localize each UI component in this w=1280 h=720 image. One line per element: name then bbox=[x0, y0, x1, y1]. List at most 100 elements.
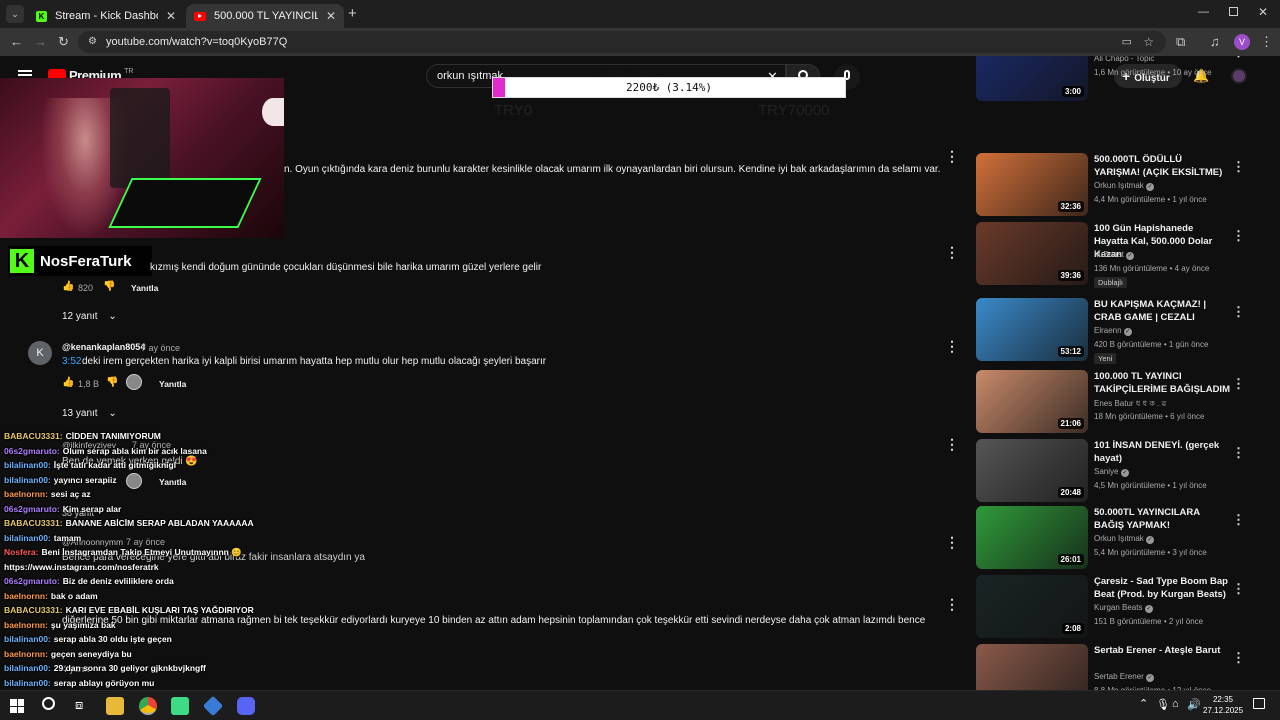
close-tab-icon[interactable]: ✕ bbox=[166, 9, 176, 23]
chat-username[interactable]: bilalinan00: bbox=[4, 663, 51, 673]
chat-username[interactable]: baelnornn: bbox=[4, 591, 48, 601]
avatar[interactable]: K bbox=[28, 341, 52, 365]
related-video-item[interactable]: 20:48 101 İNSAN DENEYİ. (gerçek hayat) San… bbox=[976, 439, 1276, 503]
tab-search-button[interactable]: ⌄ bbox=[6, 5, 24, 23]
related-video-item[interactable]: 21:06 100.000 TL YAYINCI TAKİPÇİLERİME BA… bbox=[976, 370, 1276, 434]
chat-username[interactable]: BABACU3331: bbox=[4, 518, 63, 528]
comment-author[interactable]: @kenankaplan8054 bbox=[62, 342, 145, 352]
chat-username[interactable]: bilalinan00: bbox=[4, 678, 51, 688]
forward-icon[interactable]: → bbox=[34, 34, 47, 49]
chat-username[interactable]: bilalinan00: bbox=[4, 475, 51, 485]
channel-name[interactable]: Saniye ✓ bbox=[1094, 467, 1129, 477]
video-title[interactable]: 50.000TL YAYINCILARA BAĞIŞ YAPMAK! bbox=[1094, 506, 1230, 532]
video-thumbnail[interactable]: 32:36 bbox=[976, 153, 1088, 216]
tab-youtube-video[interactable]: 500.000 TL YAYINCILARA BAĞIŞ ✕ bbox=[186, 4, 344, 28]
windows-start-icon[interactable] bbox=[10, 699, 24, 713]
chat-username[interactable]: BABACU3331: bbox=[4, 605, 63, 615]
network-icon[interactable]: ⌂ bbox=[1172, 698, 1179, 710]
restore-icon[interactable] bbox=[1229, 7, 1238, 16]
dislike-icon[interactable]: 👎 bbox=[103, 281, 115, 292]
chat-username[interactable]: baelnornn: bbox=[4, 649, 48, 659]
cast-icon[interactable]: ▭ bbox=[1122, 31, 1132, 53]
channel-name[interactable]: MrBeast ✓ bbox=[1094, 250, 1135, 260]
clock[interactable]: 22:35 27.12.2025 bbox=[1203, 694, 1243, 716]
video-thumbnail[interactable]: 2:08 bbox=[976, 575, 1088, 638]
related-video-item[interactable]: 3:00Serseri AşıkAli Chapo - Topic1,6 Mn … bbox=[976, 56, 1276, 102]
reply-button[interactable]: Yanıtla bbox=[159, 379, 186, 389]
bookmark-star-icon[interactable]: ☆ bbox=[1143, 31, 1154, 53]
address-bar[interactable]: ⚙ youtube.com/watch?v=toq0KyoB77Q ▭ ☆ bbox=[78, 31, 1166, 53]
chat-username[interactable]: 06s2gmaruto: bbox=[4, 576, 60, 586]
comment-menu-icon[interactable]: ⋮ bbox=[945, 338, 959, 355]
video-menu-icon[interactable]: ⋮ bbox=[1232, 650, 1245, 666]
dislike-icon[interactable]: 👎 bbox=[106, 377, 118, 388]
channel-name[interactable]: Orkun Işıtmak ✓ bbox=[1094, 534, 1155, 544]
file-explorer-icon[interactable] bbox=[106, 697, 124, 715]
task-view-icon[interactable]: ⧈ bbox=[75, 697, 83, 713]
video-title[interactable]: 100.000 TL YAYINCI TAKİPÇİLERİME BAĞIŞLA… bbox=[1094, 370, 1230, 396]
video-menu-icon[interactable]: ⋮ bbox=[1232, 56, 1245, 60]
video-title[interactable]: 500.000TL ÖDÜLLÜ YARIŞMA! (AÇIK EKSİLTME… bbox=[1094, 153, 1230, 179]
video-menu-icon[interactable]: ⋮ bbox=[1232, 304, 1245, 320]
related-video-item[interactable]: 2:08 Çaresiz - Sad Type Boom Bap Beat (Pr… bbox=[976, 575, 1276, 639]
related-video-item[interactable]: 26:01 50.000TL YAYINCILARA BAĞIŞ YAPMAK! O… bbox=[976, 506, 1276, 570]
video-thumbnail[interactable]: 20:48 bbox=[976, 439, 1088, 502]
view-replies-button[interactable]: 12 yanıt ⌄ bbox=[62, 311, 117, 322]
chat-username[interactable]: baelnornn: bbox=[4, 489, 48, 499]
chat-username[interactable]: bilalinan00: bbox=[4, 634, 51, 644]
chat-username[interactable]: Nosfera: bbox=[4, 547, 38, 557]
like-icon[interactable]: 👍 bbox=[62, 281, 74, 292]
channel-name[interactable]: Orkun Işıtmak ✓ bbox=[1094, 181, 1155, 191]
kick-app-icon[interactable] bbox=[171, 697, 189, 715]
close-tab-icon[interactable]: ✕ bbox=[326, 9, 336, 23]
extensions-icon[interactable]: ⧉ bbox=[1176, 34, 1185, 50]
close-window-icon[interactable]: ✕ bbox=[1258, 5, 1268, 19]
related-video-item[interactable]: 53:12 BU KAPIŞMA KAÇMAZ! | CRAB GAME | CE… bbox=[976, 298, 1276, 364]
comment-menu-icon[interactable]: ⋮ bbox=[945, 244, 959, 261]
related-video-item[interactable]: 32:36 500.000TL ÖDÜLLÜ YARIŞMA! (AÇIK EKS… bbox=[976, 153, 1276, 217]
notification-center-icon[interactable] bbox=[1253, 698, 1265, 709]
video-title[interactable]: 101 İNSAN DENEYİ. (gerçek hayat) bbox=[1094, 439, 1230, 465]
related-video-item[interactable]: Sertab Erener - Ateşle Barut Sertab Erene… bbox=[976, 644, 1276, 690]
comment-menu-icon[interactable]: ⋮ bbox=[945, 148, 959, 165]
video-title[interactable]: Çaresiz - Sad Type Boom Bap Beat (Prod. … bbox=[1094, 575, 1230, 601]
tray-chevron-icon[interactable]: ⌃ bbox=[1139, 697, 1148, 710]
volume-icon[interactable]: 🔊 bbox=[1187, 698, 1201, 711]
reply-button[interactable]: Yanıtla bbox=[159, 477, 186, 487]
video-thumbnail[interactable]: 26:01 bbox=[976, 506, 1088, 569]
back-icon[interactable]: ← bbox=[10, 34, 23, 49]
microphone-tray-icon[interactable]: 🎙 bbox=[1156, 698, 1170, 711]
new-tab-icon[interactable]: + bbox=[348, 5, 357, 22]
channel-name[interactable]: Sertab Erener ✓ bbox=[1094, 672, 1155, 682]
site-info-icon[interactable]: ⚙ bbox=[88, 31, 97, 53]
menu-kebab-icon[interactable]: ⋮ bbox=[1260, 34, 1273, 50]
video-title[interactable]: Sertab Erener - Ateşle Barut bbox=[1094, 644, 1230, 657]
video-thumbnail[interactable]: 21:06 bbox=[976, 370, 1088, 433]
comment-menu-icon[interactable]: ⋮ bbox=[945, 596, 959, 613]
chat-username[interactable]: bilalinan00: bbox=[4, 460, 51, 470]
channel-name[interactable]: Enes Batur ধ ধ ক . ৱ bbox=[1094, 398, 1166, 411]
comment-menu-icon[interactable]: ⋮ bbox=[945, 534, 959, 551]
video-menu-icon[interactable]: ⋮ bbox=[1232, 228, 1245, 244]
app-icon[interactable] bbox=[202, 695, 224, 717]
video-thumbnail[interactable] bbox=[976, 644, 1088, 690]
video-thumbnail[interactable]: 3:00 bbox=[976, 56, 1088, 101]
chat-username[interactable]: baelnornn: bbox=[4, 620, 48, 630]
chat-username[interactable]: BABACU3331: bbox=[4, 431, 63, 441]
tab-kick-dashboard[interactable]: K Stream - Kick Dashboard ✕ bbox=[28, 4, 184, 28]
like-icon[interactable]: 👍 bbox=[62, 377, 74, 388]
timestamp-link[interactable]: 3:52 bbox=[62, 356, 81, 367]
chrome-icon[interactable] bbox=[139, 697, 157, 715]
channel-name[interactable]: Kurgan Beats ✓ bbox=[1094, 603, 1153, 613]
chat-username[interactable]: 06s2gmaruto: bbox=[4, 504, 60, 514]
video-menu-icon[interactable]: ⋮ bbox=[1232, 445, 1245, 461]
profile-avatar[interactable]: V bbox=[1234, 34, 1250, 50]
minimize-icon[interactable]: — bbox=[1198, 6, 1209, 18]
video-menu-icon[interactable]: ⋮ bbox=[1232, 512, 1245, 528]
media-icon[interactable]: ♫ bbox=[1210, 34, 1220, 49]
view-replies-button[interactable]: 13 yanıt ⌄ bbox=[62, 408, 117, 419]
video-menu-icon[interactable]: ⋮ bbox=[1232, 376, 1245, 392]
video-thumbnail[interactable]: 39:36 bbox=[976, 222, 1088, 285]
discord-icon[interactable] bbox=[237, 697, 255, 715]
video-menu-icon[interactable]: ⋮ bbox=[1232, 159, 1245, 175]
